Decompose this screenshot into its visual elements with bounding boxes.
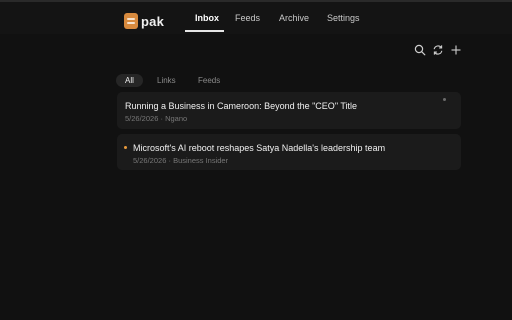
article-source: Business Insider xyxy=(173,156,229,165)
article-meta: 5/26/2026 · Ngano xyxy=(125,114,187,123)
article-card[interactable]: Microsoft's AI reboot reshapes Satya Nad… xyxy=(117,134,461,170)
article-meta: 5/26/2026 · Business Insider xyxy=(133,156,228,165)
article-date: 5/26/2026 xyxy=(133,156,167,165)
article-date: 5/26/2026 xyxy=(125,114,159,123)
article-source: Ngano xyxy=(165,114,188,123)
tab-archive[interactable]: Archive xyxy=(279,13,309,23)
tab-inbox[interactable]: Inbox xyxy=(195,13,219,23)
filter-links[interactable]: Links xyxy=(157,74,176,87)
active-tab-indicator xyxy=(185,30,224,32)
article-title: Running a Business in Cameroon: Beyond t… xyxy=(125,101,358,111)
article-card[interactable]: Running a Business in Cameroon: Beyond t… xyxy=(117,92,461,129)
app-name: pak xyxy=(141,13,165,29)
app-logo[interactable]: pak xyxy=(124,13,164,29)
filter-feeds[interactable]: Feeds xyxy=(198,74,220,87)
meta-separator: · xyxy=(160,114,163,123)
plus-icon[interactable] xyxy=(450,44,462,56)
options-dot-icon[interactable] xyxy=(443,98,446,101)
unread-dot-icon xyxy=(124,146,127,149)
tab-settings[interactable]: Settings xyxy=(327,13,360,23)
refresh-icon[interactable] xyxy=(432,44,444,56)
search-icon[interactable] xyxy=(414,44,426,56)
meta-separator: · xyxy=(168,156,171,165)
tab-feeds[interactable]: Feeds xyxy=(235,13,260,23)
filter-all[interactable]: All xyxy=(116,74,143,87)
article-title: Microsoft's AI reboot reshapes Satya Nad… xyxy=(133,143,386,153)
logo-icon xyxy=(124,13,138,29)
